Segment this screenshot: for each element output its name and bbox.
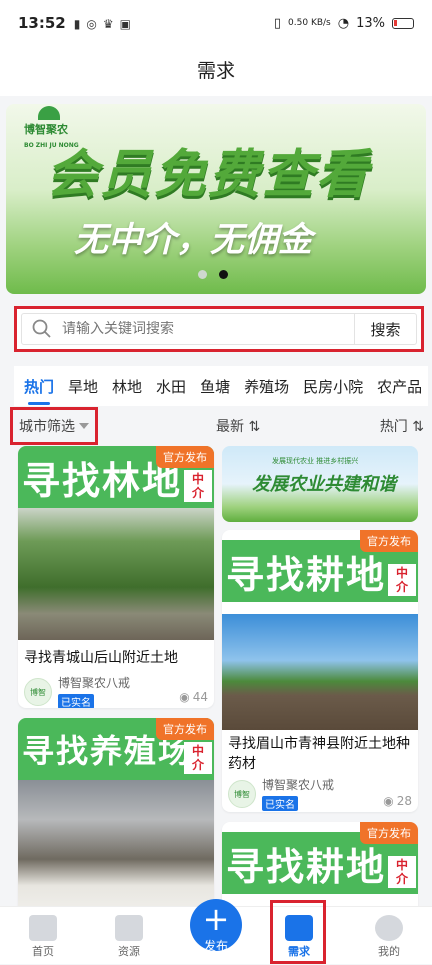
card-user: 博智 博智聚农八戒 已实名 — [24, 674, 130, 708]
nav-mine[interactable]: 我的 — [346, 907, 432, 965]
verified-badge: 已实名 — [58, 694, 94, 708]
avatar: 博智 — [228, 780, 256, 808]
official-badge: 官方发布 — [156, 446, 214, 468]
nav-publish[interactable]: + 发布 — [190, 899, 242, 953]
agent-tag: 中介 — [388, 564, 416, 596]
sort-newest[interactable]: 最新 ⇅ — [216, 416, 260, 436]
demand-highlight — [270, 900, 326, 964]
search-bar[interactable]: 搜索 — [21, 313, 417, 345]
avatar: 博智 — [24, 678, 52, 706]
wifi-icon: ◔ — [337, 15, 350, 31]
city-filter[interactable]: 城市筛选 — [10, 407, 98, 445]
user-icon — [375, 915, 403, 941]
nav-resources[interactable]: 资源 — [86, 907, 172, 965]
home-icon — [29, 915, 57, 941]
banner-carousel[interactable]: 博智聚农 BO ZHI JU NONG 会员免费查看 无中介，无佣金 — [6, 104, 426, 294]
tab-house[interactable]: 民房小院 — [303, 376, 363, 397]
card-title: 寻找青城山后山附近土地 — [24, 650, 178, 666]
card-cover-text: 寻找耕地 — [226, 844, 387, 889]
nav-publish-label: 发布 — [203, 939, 228, 953]
official-badge: 官方发布 — [156, 718, 214, 740]
battery-icon — [392, 17, 414, 29]
banner-subline: 无中介，无佣金 — [74, 220, 312, 260]
status-time: 13:52 — [18, 14, 66, 32]
tab-hot[interactable]: 热门 — [24, 376, 54, 405]
card-photo — [222, 614, 418, 730]
tab-paddy[interactable]: 水田 — [156, 376, 186, 397]
eye-icon: ◉ — [383, 794, 394, 808]
view-count: ◉ 28 — [383, 794, 412, 808]
category-tabs: 热门 旱地 林地 水田 鱼塘 养殖场 民房小院 农产品 — [14, 366, 428, 406]
briefcase-icon — [115, 915, 143, 941]
city-filter-label: 城市筛选 — [19, 419, 75, 435]
user-name: 博智聚农八戒 — [262, 778, 335, 792]
bottom-nav: 首页 资源 + 发布 需求 我的 — [0, 899, 432, 965]
official-badge: 官方发布 — [360, 530, 418, 552]
card-photo — [18, 780, 214, 912]
carousel-indicator[interactable] — [198, 270, 228, 279]
search-button[interactable]: 搜索 — [354, 314, 416, 344]
user-name: 博智聚农八戒 — [58, 676, 131, 690]
logo-mark-icon — [38, 106, 60, 120]
demand-card[interactable]: 寻找耕地 官方发布 中介 寻找眉山市青神县附近土地种药材 博智 博智聚农八戒 已… — [222, 530, 418, 812]
page-title: 需求 — [0, 46, 432, 96]
tab-fishpond[interactable]: 鱼塘 — [200, 376, 230, 397]
eye-icon: ◉ — [179, 690, 190, 704]
search-input[interactable] — [62, 321, 354, 337]
status-bar: 13:52 ▮ ◎ ♛ ▣ ▯ 0.50 KB/s ◔ 13% — [0, 0, 432, 46]
search-icon — [22, 319, 62, 339]
promo-card[interactable]: 发展现代农业 推进乡村振兴 发展农业共建和谐 — [222, 446, 418, 522]
tab-farm[interactable]: 养殖场 — [244, 376, 289, 397]
banner-headline: 会员免费查看 — [46, 145, 371, 205]
agent-tag: 中介 — [184, 742, 212, 774]
plus-icon: + — [202, 900, 230, 938]
nav-home[interactable]: 首页 — [0, 907, 86, 965]
agent-tag: 中介 — [184, 470, 212, 502]
vibrate-icon: ▯ — [273, 15, 282, 31]
sort-hottest[interactable]: 热门 ⇅ — [380, 416, 424, 436]
card-cover-text: 寻找耕地 — [226, 552, 387, 597]
verified-badge: 已实名 — [262, 796, 298, 811]
carousel-dot[interactable] — [198, 270, 207, 279]
battery-text: 13% — [356, 15, 385, 31]
demand-card[interactable]: 寻找林地 官方发布 中介 寻找青城山后山附近土地 博智 博智聚农八戒 已实名 ◉… — [18, 446, 214, 708]
nav-mine-label: 我的 — [378, 945, 400, 958]
filter-bar: 城市筛选 最新 ⇅ 热门 ⇅ — [10, 406, 432, 446]
card-photo — [18, 508, 214, 640]
demand-card[interactable]: 寻找养殖场 官方发布 中介 — [18, 718, 214, 918]
promo-big-text: 发展农业共建和谐 — [252, 474, 396, 495]
view-count: ◉ 44 — [179, 690, 208, 704]
carousel-dot-active[interactable] — [219, 270, 228, 279]
promo-small-text: 发展现代农业 推进乡村振兴 — [272, 457, 359, 465]
tab-produce[interactable]: 农产品 — [377, 376, 422, 397]
search-highlight: 搜索 — [14, 306, 424, 352]
card-title: 寻找眉山市青神县附近土地种药材 — [228, 736, 410, 772]
net-speed: 0.50 KB/s — [288, 18, 331, 28]
notification-icons: ▮ ◎ ♛ ▣ — [73, 17, 131, 31]
dropdown-arrow-icon — [79, 423, 89, 429]
nav-resources-label: 资源 — [118, 945, 140, 958]
card-user: 博智 博智聚农八戒 已实名 — [228, 776, 334, 812]
agent-tag: 中介 — [388, 856, 416, 888]
nav-home-label: 首页 — [32, 945, 54, 958]
official-badge: 官方发布 — [360, 822, 418, 844]
tab-forest[interactable]: 林地 — [112, 376, 142, 397]
tab-dryland[interactable]: 旱地 — [68, 376, 98, 397]
